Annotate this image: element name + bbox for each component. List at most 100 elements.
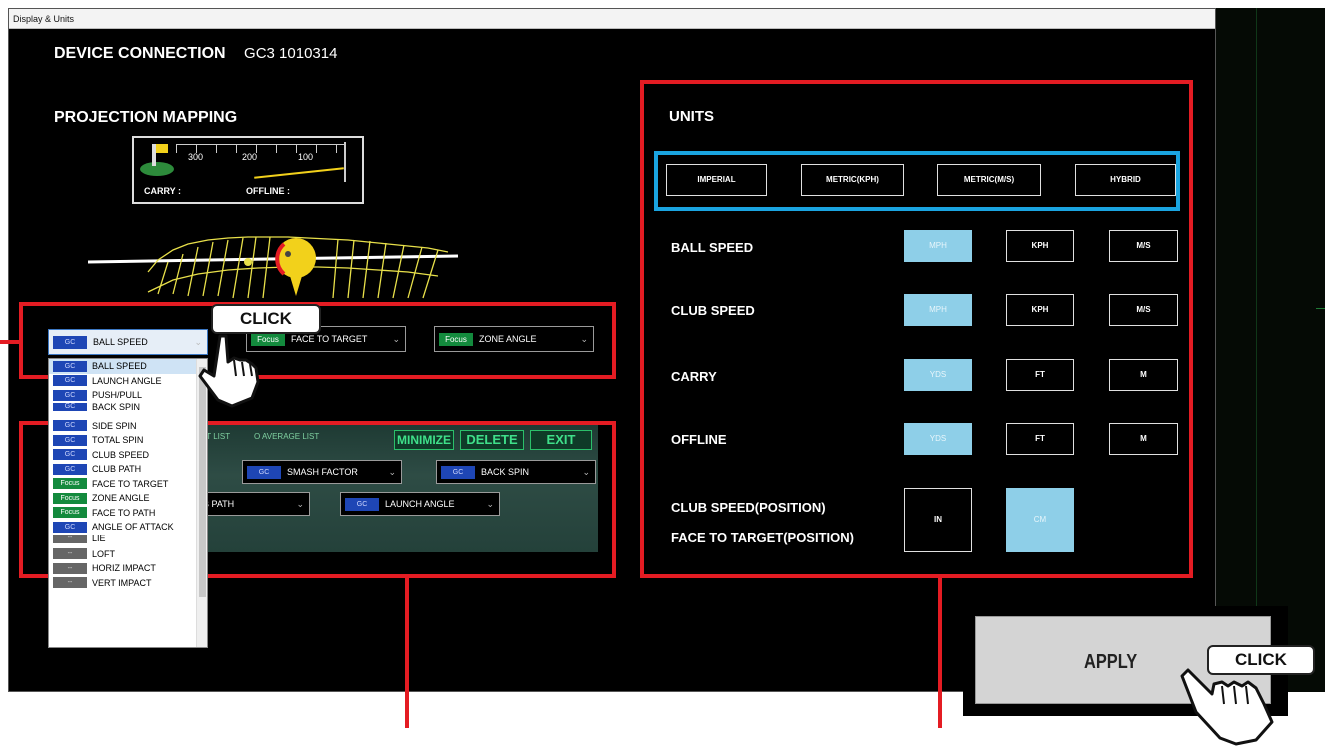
list-item[interactable]: GC CLUB PATH bbox=[49, 462, 207, 477]
source-tag: GC bbox=[53, 335, 87, 349]
preset-hybrid-button[interactable]: HYBRID bbox=[1075, 164, 1176, 196]
source-tag: GC bbox=[53, 402, 87, 411]
list-item-label: ZONE ANGLE bbox=[92, 493, 150, 504]
source-tag: -- bbox=[53, 562, 87, 574]
source-tag: GC bbox=[53, 434, 87, 446]
flag-icon bbox=[156, 144, 168, 153]
list-item-label: TOTAL SPIN bbox=[92, 435, 144, 446]
list-item[interactable]: GC SIDE SPIN bbox=[49, 419, 207, 434]
source-tag: Focus bbox=[439, 332, 473, 346]
list-item[interactable]: -- LOFT bbox=[49, 547, 207, 562]
club-speed-label: CLUB SPEED bbox=[671, 303, 755, 318]
carry-label: CARRY : bbox=[144, 186, 182, 196]
chevron-down-icon: ⌄ bbox=[580, 333, 588, 344]
pointing-hand-icon bbox=[198, 334, 260, 408]
offline-ft-button[interactable]: FT bbox=[1006, 423, 1074, 455]
list-item-label: CLUB PATH bbox=[92, 464, 142, 475]
carry-unit-label: CARRY bbox=[671, 369, 717, 384]
selector-3-dropdown[interactable]: Focus ZONE ANGLE ⌄ bbox=[434, 326, 594, 352]
list-item[interactable]: GC LAUNCH ANGLE bbox=[49, 374, 207, 389]
list-item[interactable]: -- VERT IMPACT bbox=[49, 576, 207, 591]
carry-m-button[interactable]: M bbox=[1109, 359, 1178, 391]
list-item-label: CLUB SPEED bbox=[92, 449, 150, 460]
list-item-label: BALL SPEED bbox=[92, 361, 147, 372]
list-item[interactable]: GC BACK SPIN bbox=[49, 402, 207, 411]
click-callout: CLICK bbox=[211, 304, 321, 334]
list-item[interactable]: GC CLUB SPEED bbox=[49, 448, 207, 463]
carry-yds-button[interactable]: YDS bbox=[904, 359, 972, 391]
list-item[interactable]: Focus FACE TO PATH bbox=[49, 506, 207, 521]
offline-m-button[interactable]: M bbox=[1109, 423, 1178, 455]
source-tag: GC bbox=[53, 463, 87, 475]
list-item[interactable]: Focus ZONE ANGLE bbox=[49, 491, 207, 506]
list-item-label: HORIZ IMPACT bbox=[92, 563, 156, 574]
source-tag: GC bbox=[53, 389, 87, 401]
projection-target-graphic bbox=[88, 236, 458, 299]
list-item-label: LAUNCH ANGLE bbox=[92, 375, 162, 386]
source-tag: GC bbox=[53, 375, 87, 387]
face-to-target-position-label: FACE TO TARGET(POSITION) bbox=[671, 530, 854, 545]
list-item[interactable]: -- HORIZ IMPACT bbox=[49, 561, 207, 576]
selector-options-list[interactable]: GC BALL SPEED GC LAUNCH ANGLE GC PUSH/PULL … bbox=[48, 358, 208, 648]
selector-3-value: ZONE ANGLE bbox=[479, 334, 537, 344]
source-tag: Focus bbox=[53, 507, 87, 519]
selector-1-value: BALL SPEED bbox=[93, 337, 148, 347]
units-pointer-line bbox=[938, 578, 942, 728]
preset-metric-kph-button[interactable]: METRIC(KPH) bbox=[801, 164, 904, 196]
distance-gauge: 300 200 100 CARRY : OFFLINE : bbox=[132, 136, 364, 204]
list-item[interactable]: GC PUSH/PULL bbox=[49, 388, 207, 403]
list-item[interactable]: -- LIE bbox=[49, 534, 207, 543]
list-item[interactable]: GC BALL SPEED bbox=[49, 359, 207, 374]
list-item-label: VERT IMPACT bbox=[92, 577, 152, 588]
selector-1-dropdown[interactable]: GC BALL SPEED ⌄ bbox=[48, 329, 208, 355]
offline-yds-button[interactable]: YDS bbox=[904, 423, 972, 455]
background-view bbox=[1216, 8, 1325, 692]
list-item[interactable]: Focus FACE TO TARGET bbox=[49, 477, 207, 492]
carry-ft-button[interactable]: FT bbox=[1006, 359, 1074, 391]
list-item-label: LIE bbox=[92, 534, 106, 543]
selector-pointer-line bbox=[0, 340, 22, 344]
source-tag: GC bbox=[53, 449, 87, 461]
offline-unit-label: OFFLINE bbox=[671, 432, 727, 447]
ball-speed-kph-button[interactable]: KPH bbox=[1006, 230, 1074, 262]
source-tag: GC bbox=[53, 521, 87, 533]
device-connection-label: DEVICE CONNECTION bbox=[54, 45, 226, 62]
club-speed-position-label: CLUB SPEED(POSITION) bbox=[671, 500, 826, 515]
list-item[interactable]: GC TOTAL SPIN bbox=[49, 433, 207, 448]
position-cm-button[interactable]: CM bbox=[1006, 488, 1074, 552]
ball-speed-ms-button[interactable]: M/S bbox=[1109, 230, 1178, 262]
ball-speed-label: BALL SPEED bbox=[671, 240, 754, 255]
shot-line bbox=[254, 167, 344, 179]
preset-metric-ms-button[interactable]: METRIC(M/S) bbox=[937, 164, 1041, 196]
list-item-label: FACE TO TARGET bbox=[92, 478, 169, 489]
distance-end-marker bbox=[344, 142, 346, 182]
projection-mapping-title: PROJECTION MAPPING bbox=[54, 109, 238, 126]
club-speed-kph-button[interactable]: KPH bbox=[1006, 294, 1074, 326]
source-tag: -- bbox=[53, 577, 87, 589]
apply-label: APPLY bbox=[1084, 651, 1138, 673]
units-title: UNITS bbox=[669, 108, 714, 125]
club-speed-mph-button[interactable]: MPH bbox=[904, 294, 972, 326]
distance-tick-label: 200 bbox=[242, 152, 258, 162]
source-tag: Focus bbox=[53, 478, 87, 490]
distance-tick-label: 300 bbox=[188, 152, 204, 162]
distance-tick-label: 100 bbox=[298, 152, 314, 162]
pointing-hand-icon bbox=[1180, 668, 1274, 746]
source-tag: -- bbox=[53, 534, 87, 543]
position-in-button[interactable]: IN bbox=[904, 488, 972, 552]
preset-imperial-button[interactable]: IMPERIAL bbox=[666, 164, 767, 196]
list-item-label: PUSH/PULL bbox=[92, 390, 143, 401]
green-icon bbox=[140, 162, 174, 176]
offline-label: OFFLINE : bbox=[246, 186, 290, 196]
list-item-label: ANGLE OF ATTACK bbox=[92, 522, 174, 533]
list-item-label: BACK SPIN bbox=[92, 402, 141, 411]
device-id: GC3 1010314 bbox=[244, 45, 338, 62]
club-speed-ms-button[interactable]: M/S bbox=[1109, 294, 1178, 326]
screenshot-stage: Display & Units DEVICE CONNECTION GC3 10… bbox=[0, 0, 1325, 747]
selector-2-value: FACE TO TARGET bbox=[291, 334, 368, 344]
window-title: Display & Units bbox=[9, 9, 1215, 29]
list-item-label: SIDE SPIN bbox=[92, 420, 137, 431]
list-item[interactable]: GC ANGLE OF ATTACK bbox=[49, 520, 207, 535]
chevron-down-icon: ⌄ bbox=[392, 333, 400, 344]
ball-speed-mph-button[interactable]: MPH bbox=[904, 230, 972, 262]
